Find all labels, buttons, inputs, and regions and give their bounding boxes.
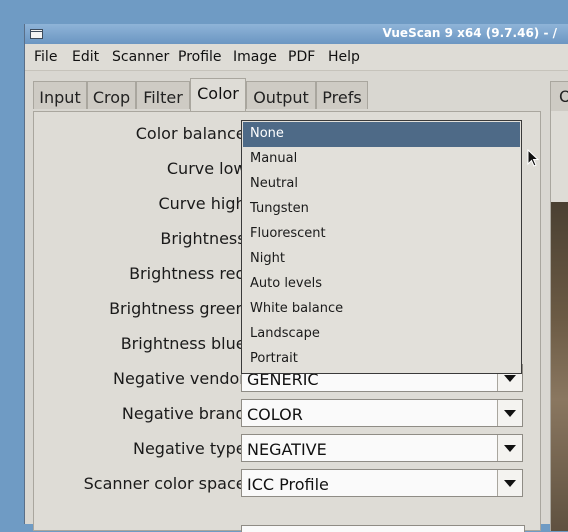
label-curve-low: Curve low: [166,159,251,178]
next-field-partial[interactable] [241,525,525,532]
label-negative-brand: Negative brand: [121,404,251,423]
option-manual[interactable]: Manual [243,147,520,172]
option-white-balance[interactable]: White balance [243,297,520,322]
menu-bar: File Edit Scanner Profile Image PDF Help [25,44,568,71]
menu-scanner[interactable]: Scanner [112,49,169,65]
label-color-balance: Color balance: [135,124,251,143]
negative-brand-select[interactable]: COLOR [241,399,523,427]
tab-crop[interactable]: Crop [87,81,136,109]
negative-type-value: NEGATIVE [247,440,327,459]
menu-pdf[interactable]: PDF [288,49,315,65]
label-scanner-color-space: Scanner color space: [83,474,251,493]
tab-prefs[interactable]: Prefs [316,81,368,109]
label-negative-vendor: Negative vendor: [113,369,251,388]
tab-input[interactable]: Input [33,81,87,109]
option-night[interactable]: Night [243,247,520,272]
option-landscape[interactable]: Landscape [243,322,520,347]
scanner-color-space-value: ICC Profile [247,475,329,494]
menu-image[interactable]: Image [233,49,277,65]
menu-help[interactable]: Help [328,49,360,65]
negative-brand-value: COLOR [247,405,303,424]
tab-row: Input Crop Filter Color Output Prefs [25,78,568,112]
window-title: VueScan 9 x64 (9.7.46) - / [382,26,557,40]
tab-output[interactable]: Output [246,81,316,109]
option-neutral[interactable]: Neutral [243,172,520,197]
label-brightness-green: Brightness green: [109,299,251,318]
color-balance-dropdown[interactable]: None Manual Neutral Tungsten Fluorescent… [241,120,522,374]
window-menu-icon[interactable] [30,29,43,39]
label-brightness-red: Brightness red: [129,264,251,283]
scanner-color-space-select[interactable]: ICC Profile [241,469,523,497]
preview-image[interactable] [551,202,568,531]
chevron-down-icon[interactable] [497,435,522,461]
label-brightness-blue: Brightness blue: [120,334,251,353]
chevron-down-icon[interactable] [497,470,522,496]
chevron-down-icon[interactable] [497,400,522,426]
negative-type-select[interactable]: NEGATIVE [241,434,523,462]
option-fluorescent[interactable]: Fluorescent [243,222,520,247]
label-curve-high: Curve high: [158,194,251,213]
tab-preview[interactable]: O [550,81,568,111]
option-tungsten[interactable]: Tungsten [243,197,520,222]
menu-edit[interactable]: Edit [72,49,99,65]
menu-file[interactable]: File [34,49,57,65]
panel-divider[interactable] [540,111,541,531]
label-brightness: Brightness: [160,229,251,248]
mouse-pointer-icon [527,149,539,167]
option-auto-levels[interactable]: Auto levels [243,272,520,297]
option-portrait[interactable]: Portrait [243,347,520,372]
title-bar[interactable]: VueScan 9 x64 (9.7.46) - / [25,24,568,44]
label-negative-type: Negative type: [132,439,251,458]
app-window: VueScan 9 x64 (9.7.46) - / File Edit Sca… [24,24,568,532]
option-none[interactable]: None [243,122,520,147]
tab-filter[interactable]: Filter [136,81,190,109]
menu-profile[interactable]: Profile [178,49,222,65]
tab-color[interactable]: Color [190,78,246,111]
